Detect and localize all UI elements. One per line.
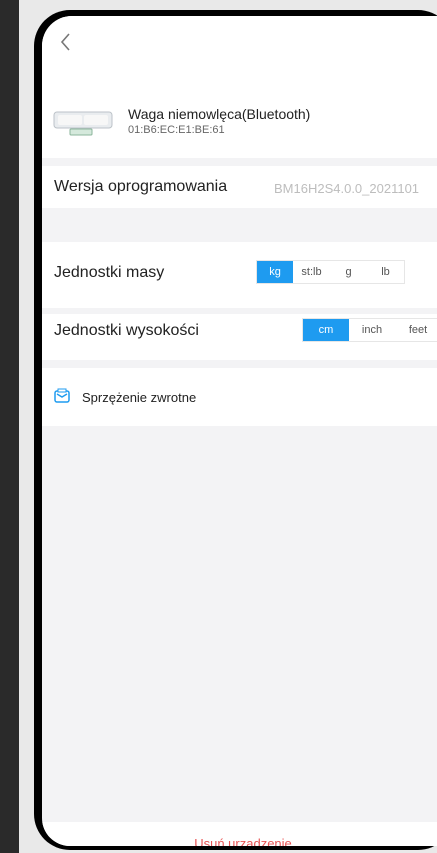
header: Waga niemowlęca(Bluetooth) 01:B6:EC:E1:B… <box>42 16 437 158</box>
height-units-row: Jednostki wysokości cm inch feet <box>42 314 437 360</box>
mass-unit-lb[interactable]: lb <box>367 261 404 283</box>
mass-units-selector: kg st:lb g lb <box>256 260 405 284</box>
screen: Waga niemowlęca(Bluetooth) 01:B6:EC:E1:B… <box>42 16 437 846</box>
height-units-selector: cm inch feet <box>302 318 437 342</box>
height-unit-feet[interactable]: feet <box>395 319 437 341</box>
left-bar <box>0 0 19 853</box>
height-units-label: Jednostki wysokości <box>54 322 199 339</box>
feedback-label: Sprzężenie zwrotne <box>82 390 197 405</box>
mass-unit-stlb[interactable]: st:lb <box>293 261 330 283</box>
delete-device-button[interactable]: Usuń urządzenie <box>42 836 437 846</box>
mass-unit-g[interactable]: g <box>330 261 367 283</box>
back-icon[interactable] <box>56 30 76 54</box>
firmware-value: BM16H2S4.0.0_2021101 <box>274 181 420 196</box>
height-unit-cm[interactable]: cm <box>303 319 349 341</box>
firmware-row: Wersja oprogramowania BM16H2S4.0.0_20211… <box>42 166 437 208</box>
mass-units-label: Jednostki masy <box>54 264 165 281</box>
device-mac: 01:B6:EC:E1:BE:61 <box>128 124 225 136</box>
height-unit-inch[interactable]: inch <box>349 319 395 341</box>
device-name: Waga niemowlęca(Bluetooth) <box>128 106 311 122</box>
mass-units-row: Jednostki masy kg st:lb g lb <box>42 242 437 308</box>
feedback-icon <box>54 388 70 403</box>
baby-scale-image <box>53 111 113 136</box>
mass-unit-kg[interactable]: kg <box>257 261 293 283</box>
firmware-label: Wersja oprogramowania <box>54 178 228 195</box>
